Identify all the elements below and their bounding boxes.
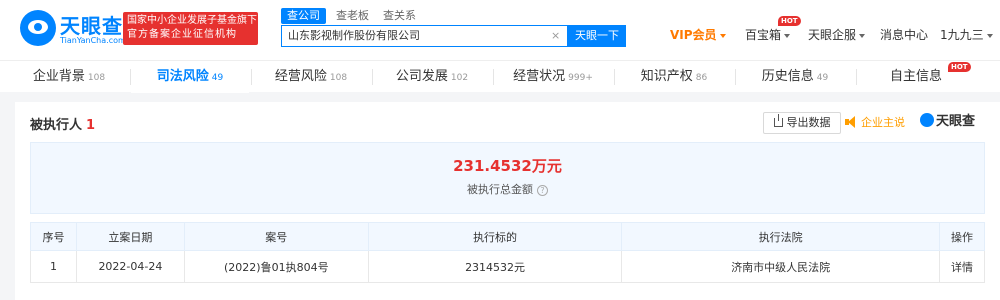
tab-label: 公司发展 xyxy=(395,69,448,84)
search-tab-boss[interactable]: 查老板 xyxy=(336,8,369,24)
username: 1九九三 xyxy=(940,28,984,42)
tab-operation-status[interactable]: 经营状况 999+ xyxy=(494,61,612,93)
user-menu[interactable]: 1九九三 xyxy=(940,27,993,43)
total-amount-label-text: 被执行总金额 xyxy=(467,183,533,196)
col-index-header: 序号 xyxy=(30,222,77,251)
download-icon xyxy=(773,114,783,127)
row-court: 济南市中级人民法院 xyxy=(621,250,940,283)
export-data-button[interactable]: 导出数据 xyxy=(763,112,841,134)
tab-count: 108 xyxy=(329,73,348,83)
col-action-header: 操作 xyxy=(939,222,985,251)
tab-count: 86 xyxy=(695,73,708,83)
section-count: 1 xyxy=(86,118,96,133)
tab-count: 49 xyxy=(211,73,224,83)
eye-logo-icon xyxy=(920,113,934,127)
search-input[interactable]: 山东影视制作股份有限公司 xyxy=(281,25,568,47)
logo-name: 天眼查 xyxy=(60,14,123,38)
tab-company-development[interactable]: 公司发展 102 xyxy=(373,61,491,93)
search-button[interactable]: 天眼一下 xyxy=(568,25,626,47)
chevron-down-icon xyxy=(859,33,866,38)
row-index: 1 xyxy=(30,250,77,283)
tab-judicial-risk[interactable]: 司法风险 49 xyxy=(131,61,249,93)
table-header-row: 序号 立案日期 案号 执行标的 执行法院 操作 xyxy=(30,222,985,251)
tab-count: 102 xyxy=(450,73,469,83)
total-amount-label: 被执行总金额? xyxy=(31,181,984,197)
gov-badge-line1: 国家中小企业发展子基金旗下 xyxy=(127,15,257,26)
row-amount: 2314532元 xyxy=(367,250,623,283)
chevron-down-icon xyxy=(784,33,791,38)
speaker-icon xyxy=(845,116,855,128)
baibaoxiang-label: 百宝箱 xyxy=(745,28,782,42)
chevron-down-icon xyxy=(986,33,993,38)
row-case-number: (2022)鲁01执804号 xyxy=(183,250,369,283)
executed-person-section: 被执行人 1 导出数据 企业主说 天眼查 231.4532万元 被执行总金额? 序… xyxy=(15,102,1000,300)
tab-label: 自主信息 xyxy=(889,69,942,84)
category-tabs: 企业背景 108 司法风险 49 经营风险 108 公司发展 102 经营状况 999+ … xyxy=(0,60,1000,93)
details-link[interactable]: 详情 xyxy=(939,250,985,283)
search-tab-relation[interactable]: 查关系 xyxy=(383,8,416,24)
tab-label: 司法风险 xyxy=(156,69,209,84)
tab-company-background[interactable]: 企业背景 108 xyxy=(10,61,128,93)
tab-label: 历史信息 xyxy=(761,69,814,84)
top-header: 天眼查 TianYanCha.com 国家中小企业发展子基金旗下 官方备案企业征… xyxy=(0,0,1000,60)
message-center-link[interactable]: 消息中心 xyxy=(880,27,928,43)
executed-cases-table: 序号 立案日期 案号 执行标的 执行法院 操作 1 2022-04-24 (20… xyxy=(30,222,985,283)
tab-label: 经营风险 xyxy=(274,69,327,84)
row-date: 2022-04-24 xyxy=(75,250,185,283)
vip-label: VIP会员 xyxy=(670,28,717,42)
enterprise-service-label: 天眼企服 xyxy=(808,28,857,42)
vip-menu[interactable]: VIP会员 xyxy=(670,27,726,43)
clear-icon[interactable]: × xyxy=(551,27,560,45)
brand-text: 天眼查 xyxy=(936,114,976,129)
tab-label: 知识产权 xyxy=(640,69,693,84)
tab-count: 108 xyxy=(87,73,106,83)
search-tab-company[interactable]: 查公司 xyxy=(281,8,326,24)
col-amount-header: 执行标的 xyxy=(367,222,623,251)
tab-label: 企业背景 xyxy=(32,69,85,84)
section-title-text: 被执行人 xyxy=(30,118,83,133)
gov-badge-line2: 官方备案企业征信机构 xyxy=(127,29,237,40)
amount-summary: 231.4532万元 被执行总金额? xyxy=(30,142,985,214)
tab-intellectual-property[interactable]: 知识产权 86 xyxy=(615,61,733,93)
enterprise-service-menu[interactable]: 天眼企服 xyxy=(808,27,866,43)
export-label: 导出数据 xyxy=(786,116,831,129)
hot-badge: HOT xyxy=(778,16,801,26)
chevron-down-icon xyxy=(719,33,726,38)
col-court-header: 执行法院 xyxy=(621,222,940,251)
col-case-number-header: 案号 xyxy=(183,222,369,251)
table-row: 1 2022-04-24 (2022)鲁01执804号 2314532元 济南市… xyxy=(30,250,985,283)
eye-logo-icon xyxy=(20,10,56,46)
tab-count: 49 xyxy=(816,73,829,83)
col-date-header: 立案日期 xyxy=(75,222,185,251)
baibaoxiang-menu[interactable]: 百宝箱 xyxy=(745,27,791,43)
total-amount: 231.4532万元 xyxy=(453,157,562,175)
section-title: 被执行人 1 xyxy=(30,114,95,133)
tianyancha-logo[interactable]: 天眼查 TianYanCha.com xyxy=(20,10,126,46)
tianyancha-brand: 天眼查 xyxy=(920,113,975,131)
logo-domain: TianYanCha.com xyxy=(60,36,126,45)
tab-history[interactable]: 历史信息 49 xyxy=(736,61,854,93)
help-icon[interactable]: ? xyxy=(537,185,548,196)
tab-operation-risk[interactable]: 经营风险 108 xyxy=(252,61,370,93)
tab-label: 经营状况 xyxy=(513,69,566,84)
search-type-tabs: 查公司 查老板 查关系 xyxy=(281,8,430,24)
tab-count: 999+ xyxy=(568,73,593,83)
gov-badge: 国家中小企业发展子基金旗下 官方备案企业征信机构 xyxy=(123,12,258,45)
owner-says-link[interactable]: 企业主说 xyxy=(861,116,905,130)
hot-badge: HOT xyxy=(948,62,971,72)
